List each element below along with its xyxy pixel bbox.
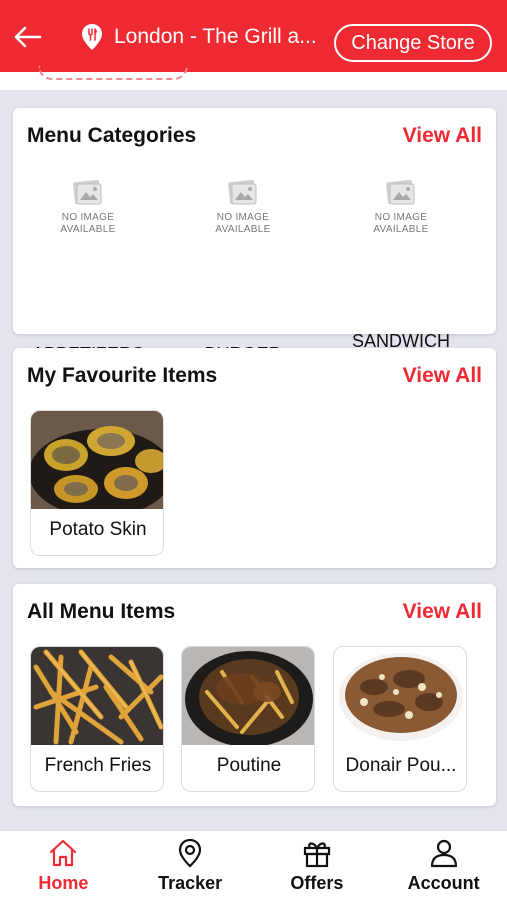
change-store-button[interactable]: Change Store: [334, 24, 492, 62]
favourites-card: My Favourite Items View All Potato Skin: [13, 348, 496, 568]
food-image: [334, 647, 466, 745]
image-placeholder-icon: [228, 179, 257, 205]
bottom-navigation: Home Tracker Offers Account: [0, 830, 507, 900]
nav-offers[interactable]: Offers: [254, 831, 381, 900]
nav-label: Account: [407, 873, 480, 893]
store-name: London - The Grill a...: [114, 25, 317, 48]
image-placeholder-icon: [386, 179, 415, 205]
category-burger[interactable]: NO IMAGE AVAILABLE BURGER: [168, 168, 318, 364]
menu-item-french-fries[interactable]: French Fries: [30, 646, 164, 792]
gift-icon: [303, 842, 330, 868]
no-image-text: NO IMAGE AVAILABLE: [60, 212, 116, 235]
menu-item-poutine[interactable]: Poutine: [181, 646, 315, 792]
all-menu-items-view-all[interactable]: View All: [403, 600, 482, 624]
food-image: [31, 647, 163, 745]
nav-home[interactable]: Home: [0, 831, 127, 900]
no-image-placeholder: NO IMAGE AVAILABLE: [53, 178, 123, 248]
menu-item-donair-poutine[interactable]: Donair Pou...: [333, 646, 467, 792]
menu-categories-card: Menu Categories View All NO IMAGE AVAILA…: [13, 108, 496, 377]
top-bar: London - The Grill a... Change Store: [0, 0, 507, 72]
favourite-item-potato-skin[interactable]: Potato Skin: [30, 410, 164, 556]
home-icon: [50, 839, 77, 867]
location-pin-icon: [82, 24, 102, 50]
user-icon: [430, 839, 457, 868]
menu-categories-view-all[interactable]: View All: [403, 124, 482, 148]
favourites-view-all[interactable]: View All: [403, 364, 482, 388]
back-button[interactable]: [10, 22, 44, 52]
item-label: Poutine: [216, 755, 282, 776]
category-sandwich-wrap[interactable]: NO IMAGE AVAILABLE SANDWICH & WRAP: [326, 168, 476, 377]
nav-label: Tracker: [158, 873, 223, 893]
no-image-text: NO IMAGE AVAILABLE: [373, 212, 429, 235]
all-menu-items-title: All Menu Items: [27, 600, 176, 623]
item-label: Potato Skin: [49, 519, 147, 540]
promo-peek: [0, 66, 507, 90]
store-selector[interactable]: London - The Grill a...: [80, 22, 326, 52]
menu-categories-title: Menu Categories: [27, 124, 197, 147]
food-image: [31, 411, 163, 509]
nav-account[interactable]: Account: [380, 831, 507, 900]
no-image-placeholder: NO IMAGE AVAILABLE: [366, 178, 436, 248]
arrow-left-icon: [14, 26, 42, 48]
category-appetizers[interactable]: NO IMAGE AVAILABLE APPETIZERS: [13, 168, 163, 364]
favourites-title: My Favourite Items: [27, 364, 218, 387]
image-placeholder-icon: [73, 179, 102, 205]
nav-tracker[interactable]: Tracker: [127, 831, 254, 900]
promo-dashed-border: [38, 66, 188, 80]
item-label: French Fries: [44, 755, 152, 776]
all-menu-items-card: All Menu Items View All French Fries Pou…: [13, 584, 496, 806]
nav-label: Offers: [290, 873, 344, 893]
no-image-text: NO IMAGE AVAILABLE: [215, 212, 271, 235]
nav-label: Home: [38, 873, 89, 893]
no-image-placeholder: NO IMAGE AVAILABLE: [208, 178, 278, 248]
food-image: [182, 647, 314, 745]
item-label: Donair Pou...: [345, 755, 457, 776]
location-pin-icon: [179, 838, 202, 868]
